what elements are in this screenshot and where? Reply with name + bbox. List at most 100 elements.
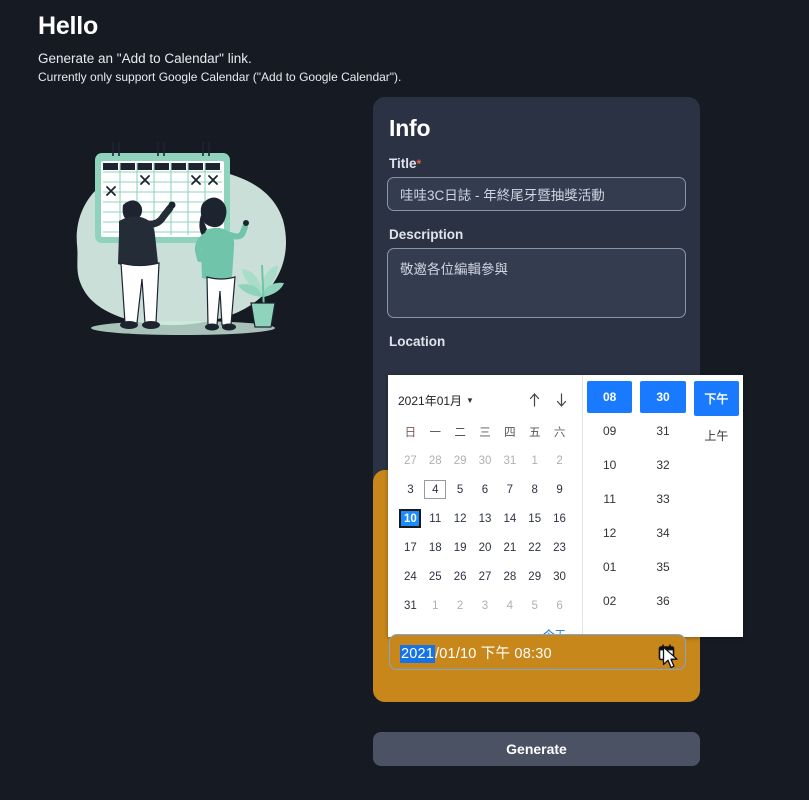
- calendar-day-value[interactable]: 14: [499, 509, 521, 528]
- arrow-down-icon[interactable]: [555, 392, 568, 408]
- calendar-day-value[interactable]: 29: [449, 451, 471, 470]
- calendar-day-cell[interactable]: 11: [423, 504, 448, 533]
- calendar-day-value[interactable]: 2: [549, 451, 571, 470]
- calendar-day-cell[interactable]: 23: [547, 533, 572, 562]
- calendar-day-cell[interactable]: 14: [497, 504, 522, 533]
- calendar-day-cell[interactable]: 9: [547, 475, 572, 504]
- calendar-day-cell[interactable]: 29: [522, 562, 547, 591]
- calendar-day-cell[interactable]: 27: [398, 446, 423, 475]
- calendar-day-value[interactable]: 20: [474, 538, 496, 557]
- calendar-day-value[interactable]: 12: [449, 509, 471, 528]
- calendar-day-cell[interactable]: 5: [448, 475, 473, 504]
- calendar-day-value[interactable]: 27: [399, 451, 421, 470]
- datetime-rest-segment[interactable]: /01/10 下午 08:30: [435, 646, 552, 662]
- calendar-day-value[interactable]: 5: [524, 596, 546, 615]
- calendar-day-cell[interactable]: 30: [473, 446, 498, 475]
- hour-option[interactable]: 10: [587, 449, 632, 481]
- calendar-day-value[interactable]: 1: [424, 596, 446, 615]
- calendar-day-value[interactable]: 9: [549, 480, 571, 499]
- calendar-day-cell[interactable]: 31: [398, 591, 423, 620]
- calendar-day-value[interactable]: 3: [399, 480, 421, 499]
- title-input[interactable]: [387, 177, 686, 211]
- calendar-day-value[interactable]: 22: [524, 538, 546, 557]
- calendar-day-value[interactable]: 13: [474, 509, 496, 528]
- meridiem-option-selected[interactable]: 下午: [693, 381, 739, 416]
- calendar-day-value[interactable]: 19: [449, 538, 471, 557]
- calendar-day-cell[interactable]: 22: [522, 533, 547, 562]
- calendar-day-cell[interactable]: 12: [448, 504, 473, 533]
- calendar-day-cell[interactable]: 26: [448, 562, 473, 591]
- calendar-day-value[interactable]: 21: [499, 538, 521, 557]
- datetime-picker-popup[interactable]: 2021年01月 ▼ 日一二三四五六 27 28 29 30 31 1 2 3 …: [388, 375, 743, 642]
- description-textarea[interactable]: 敬邀各位編輯參與: [387, 248, 686, 318]
- calendar-day-cell[interactable]: 3: [398, 475, 423, 504]
- generate-button[interactable]: Generate: [373, 732, 700, 766]
- hour-column[interactable]: 08 09 10 11 12 01 02: [583, 381, 636, 637]
- arrow-up-icon[interactable]: [528, 392, 541, 408]
- calendar-day-value[interactable]: 11: [424, 509, 446, 528]
- calendar-day-cell[interactable]: 27: [473, 562, 498, 591]
- calendar-icon[interactable]: [658, 643, 675, 661]
- minute-option-selected[interactable]: 30: [640, 381, 686, 413]
- calendar-day-value[interactable]: 24: [399, 567, 421, 586]
- calendar-day-cell[interactable]: 20: [473, 533, 498, 562]
- calendar-day-value[interactable]: 30: [549, 567, 571, 586]
- calendar-day-value[interactable]: 4: [499, 596, 521, 615]
- calendar-day-value[interactable]: 25: [424, 567, 446, 586]
- calendar-day-cell[interactable]: 1: [522, 446, 547, 475]
- hour-option-selected[interactable]: 08: [587, 381, 633, 413]
- minute-option[interactable]: 31: [640, 415, 685, 447]
- calendar-day-cell[interactable]: 2: [547, 446, 572, 475]
- calendar-day-value[interactable]: 31: [399, 596, 421, 615]
- calendar-day-cell[interactable]: 2: [448, 591, 473, 620]
- hour-option[interactable]: 11: [587, 483, 632, 515]
- calendar-day-cell[interactable]: 30: [547, 562, 572, 591]
- calendar-day-cell[interactable]: 21: [497, 533, 522, 562]
- calendar-day-value[interactable]: 23: [549, 538, 571, 557]
- calendar-day-cell[interactable]: 28: [423, 446, 448, 475]
- datetime-year-segment[interactable]: 2021: [400, 644, 436, 663]
- calendar-day-cell[interactable]: 13: [473, 504, 498, 533]
- calendar-day-cell[interactable]: 4: [497, 591, 522, 620]
- hour-option[interactable]: 02: [587, 585, 632, 617]
- minute-option[interactable]: 36: [640, 585, 685, 617]
- calendar-day-value[interactable]: 31: [499, 451, 521, 470]
- calendar-day-cell[interactable]: 4: [423, 475, 448, 504]
- calendar-day-value[interactable]: 17: [399, 538, 421, 557]
- calendar-day-value[interactable]: 18: [424, 538, 446, 557]
- calendar-day-cell[interactable]: 8: [522, 475, 547, 504]
- calendar-day-value[interactable]: 5: [449, 480, 471, 499]
- calendar-day-value[interactable]: 27: [474, 567, 496, 586]
- calendar-day-value[interactable]: 3: [474, 596, 496, 615]
- calendar-day-value[interactable]: 7: [499, 480, 521, 499]
- calendar-day-value[interactable]: 26: [449, 567, 471, 586]
- calendar-day-cell[interactable]: 19: [448, 533, 473, 562]
- minute-option[interactable]: 34: [640, 517, 685, 549]
- calendar-day-selected[interactable]: 10: [399, 509, 422, 528]
- minute-option[interactable]: 35: [640, 551, 685, 583]
- calendar-day-value[interactable]: 6: [549, 596, 571, 615]
- calendar-day-value[interactable]: 30: [474, 451, 496, 470]
- calendar-day-value[interactable]: 8: [524, 480, 546, 499]
- meridiem-column[interactable]: 下午 上午: [690, 381, 743, 637]
- calendar-day-today[interactable]: 4: [424, 480, 447, 499]
- calendar-month-label[interactable]: 2021年01月: [398, 392, 462, 409]
- chevron-down-icon[interactable]: ▼: [466, 396, 474, 405]
- calendar-day-cell[interactable]: 16: [547, 504, 572, 533]
- calendar-day-cell[interactable]: 28: [497, 562, 522, 591]
- calendar-day-value[interactable]: 28: [499, 567, 521, 586]
- calendar-day-cell[interactable]: 6: [473, 475, 498, 504]
- calendar-day-cell[interactable]: 10: [398, 504, 423, 533]
- calendar-day-cell[interactable]: 17: [398, 533, 423, 562]
- calendar-day-value[interactable]: 15: [524, 509, 546, 528]
- hour-option[interactable]: 12: [587, 517, 632, 549]
- calendar-day-cell[interactable]: 25: [423, 562, 448, 591]
- calendar-day-cell[interactable]: 31: [497, 446, 522, 475]
- calendar-day-value[interactable]: 6: [474, 480, 496, 499]
- meridiem-option[interactable]: 上午: [694, 418, 739, 453]
- calendar-day-cell[interactable]: 5: [522, 591, 547, 620]
- calendar-day-cell[interactable]: 29: [448, 446, 473, 475]
- hour-option[interactable]: 01: [587, 551, 632, 583]
- minute-option[interactable]: 32: [640, 449, 685, 481]
- calendar-day-cell[interactable]: 6: [547, 591, 572, 620]
